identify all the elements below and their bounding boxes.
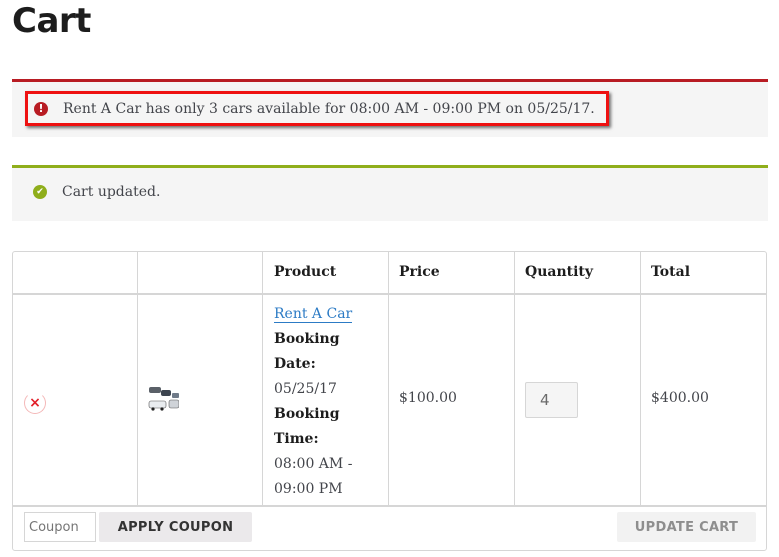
column-divider — [514, 252, 515, 506]
column-header-product: Product — [274, 264, 337, 280]
column-divider — [137, 252, 138, 506]
column-divider — [388, 252, 389, 506]
header-divider — [13, 293, 766, 295]
column-header-quantity: Quantity — [525, 264, 594, 280]
column-header-price: Price — [399, 264, 440, 280]
error-message: Rent A Car has only 3 cars available for… — [63, 100, 595, 117]
page-title: Cart — [12, 1, 91, 41]
apply-coupon-button[interactable]: APPLY COUPON — [99, 512, 252, 542]
product-link[interactable]: Rent A Car — [274, 306, 353, 323]
item-total: $400.00 — [651, 390, 709, 406]
column-divider — [640, 252, 641, 506]
product-details: Rent A Car Booking Date: 05/25/17 Bookin… — [274, 302, 384, 502]
row-divider — [13, 505, 766, 507]
meta-label: Time: — [274, 431, 319, 447]
error-highlight-box: ! Rent A Car has only 3 cars available f… — [25, 91, 609, 126]
remove-item-icon[interactable]: × — [24, 392, 46, 414]
error-notice: ! Rent A Car has only 3 cars available f… — [12, 79, 768, 137]
column-divider — [262, 252, 263, 506]
car-thumbnail[interactable] — [148, 385, 179, 413]
meta-label: Date: — [274, 356, 316, 372]
meta-label: Booking — [274, 406, 340, 422]
item-price: $100.00 — [399, 390, 457, 406]
cart-table: Product Price Quantity Total × Rent A Ca… — [12, 251, 767, 551]
booking-time-value: 08:00 AM - — [274, 456, 353, 472]
update-cart-button[interactable]: UPDATE CART — [617, 512, 756, 542]
exclamation-icon: ! — [34, 101, 48, 116]
check-icon: ✔ — [33, 185, 47, 199]
column-header-total: Total — [651, 264, 691, 280]
booking-date-value: 05/25/17 — [274, 381, 337, 397]
meta-label: Booking — [274, 331, 340, 347]
quantity-input[interactable] — [525, 382, 578, 418]
success-notice: ✔ Cart updated. — [12, 165, 768, 221]
coupon-input[interactable] — [24, 512, 96, 542]
booking-time-value: 09:00 PM — [274, 481, 343, 497]
success-message: Cart updated. — [62, 184, 161, 200]
